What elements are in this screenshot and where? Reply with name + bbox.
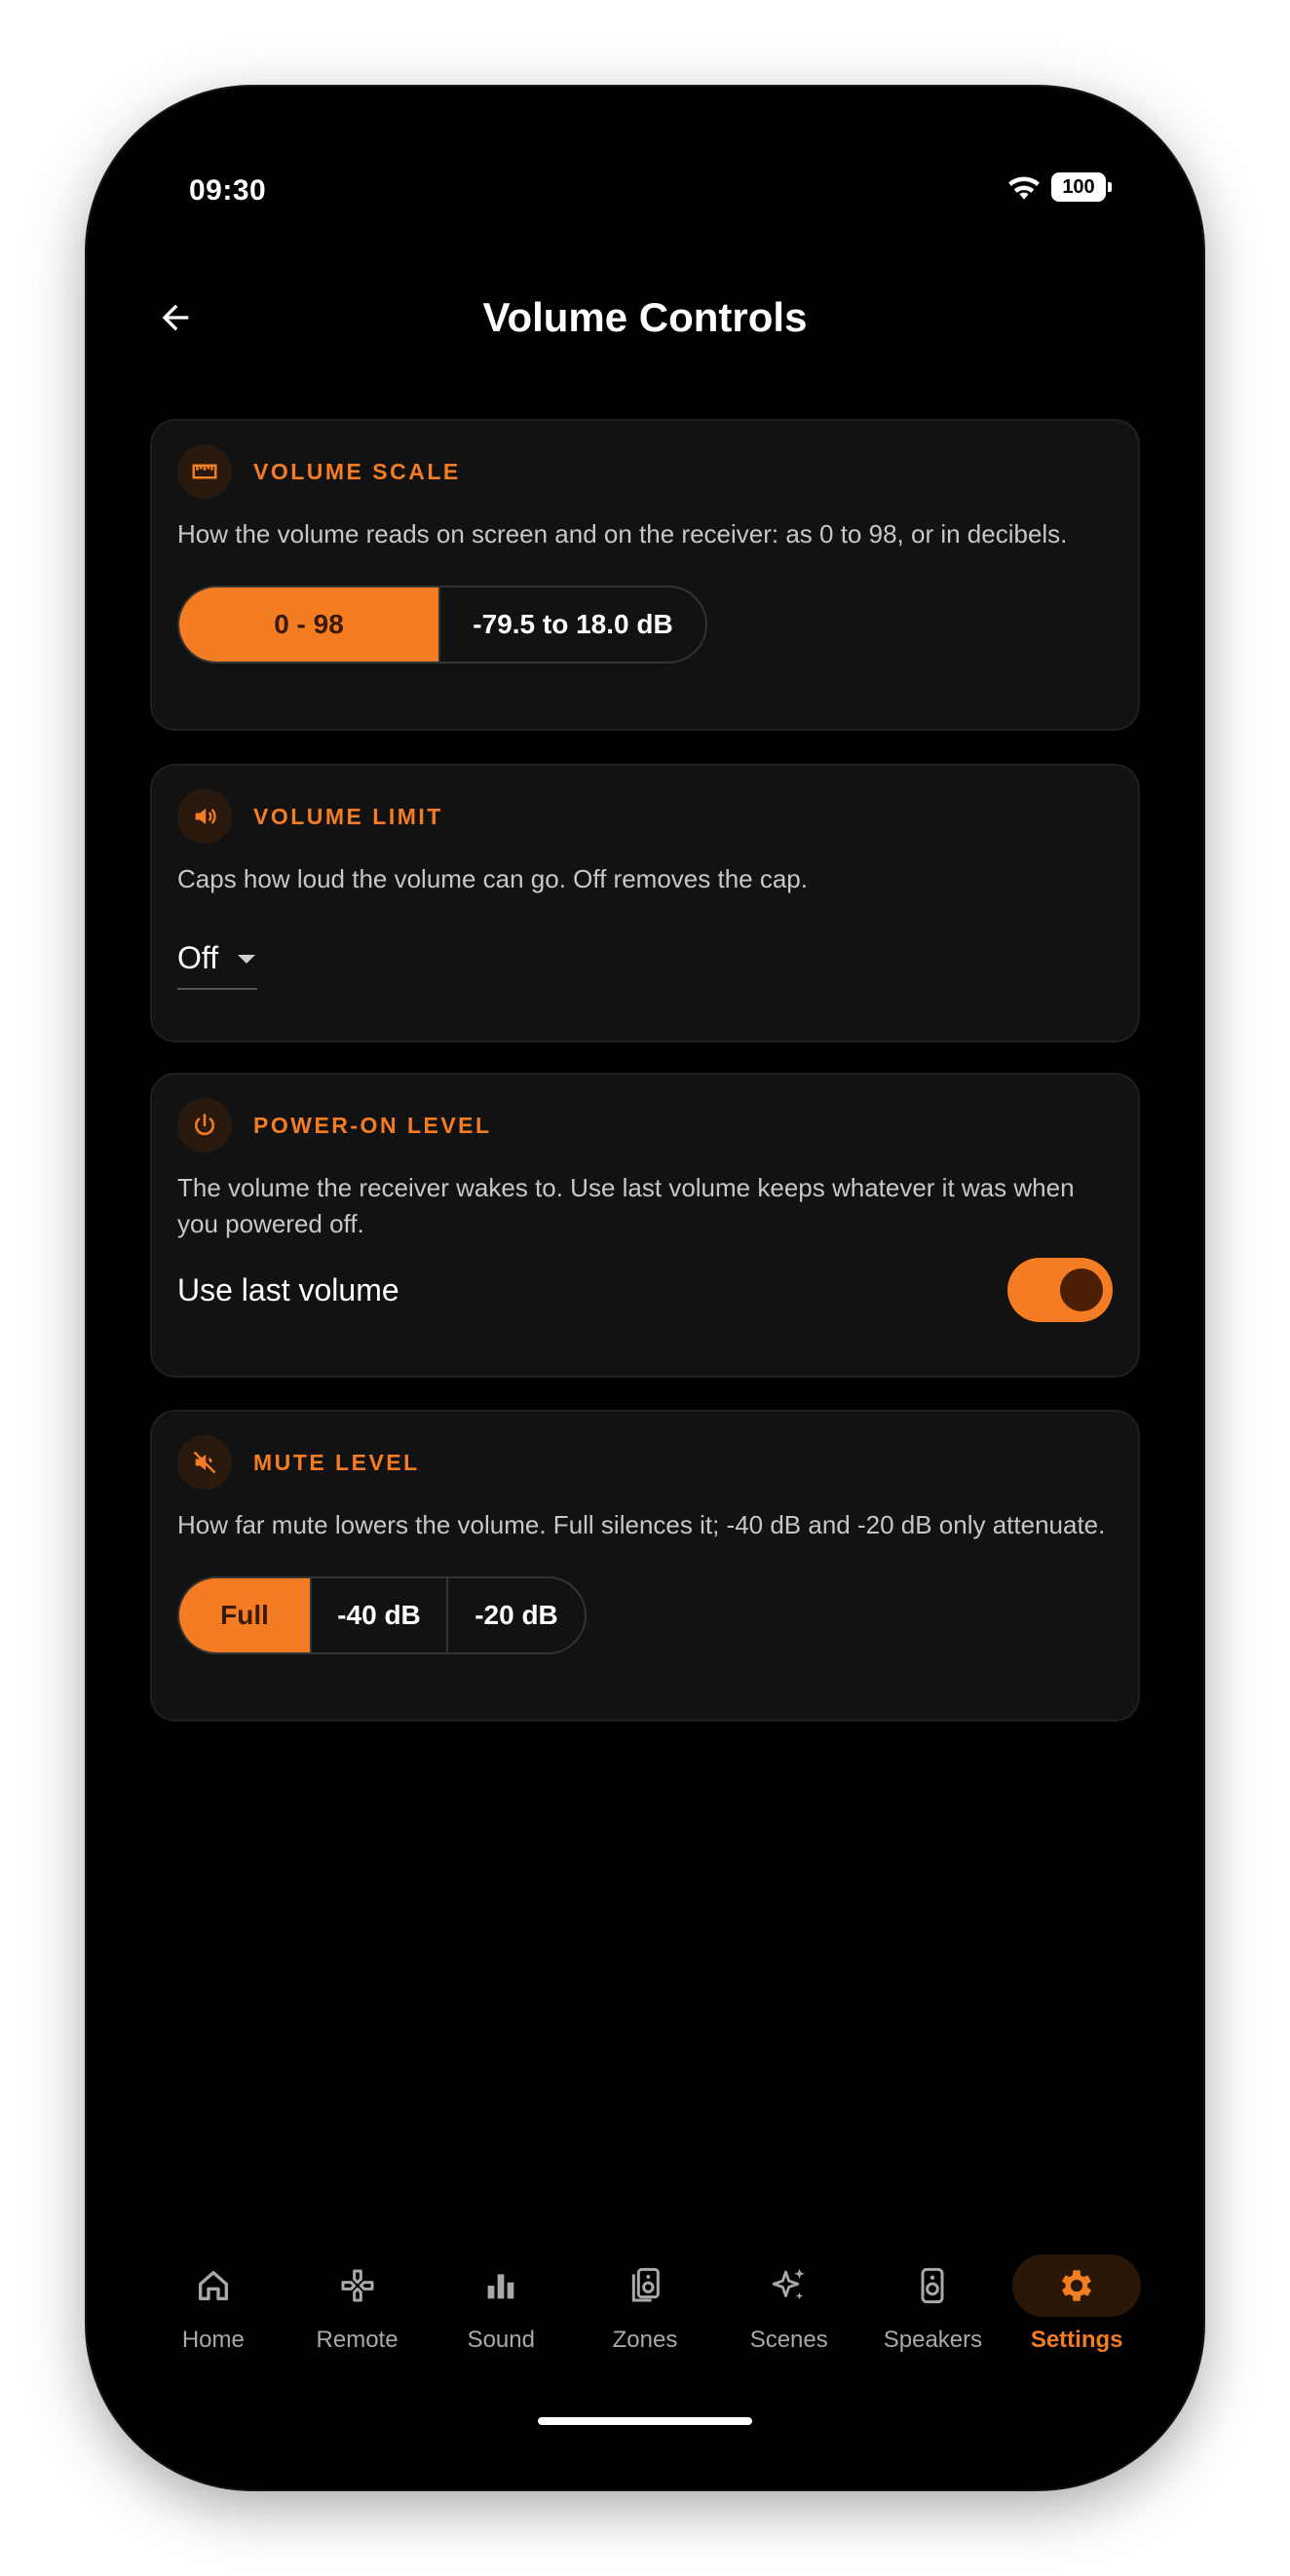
speaker-icon bbox=[921, 2267, 944, 2304]
use-last-volume-toggle[interactable] bbox=[1007, 1258, 1113, 1322]
nav-item-speakers[interactable]: Speakers bbox=[861, 2254, 1005, 2371]
gamepad-icon bbox=[341, 2269, 374, 2302]
volume-off-icon bbox=[177, 1435, 232, 1490]
volume-limit-card: VOLUME LIMIT Caps how loud the volume ca… bbox=[150, 764, 1140, 1042]
mute-level-title: MUTE LEVEL bbox=[253, 1449, 420, 1475]
volume-icon bbox=[177, 789, 232, 844]
page-title: Volume Controls bbox=[482, 294, 808, 340]
mute-option-minus-40db[interactable]: -40 dB bbox=[312, 1578, 448, 1652]
gear-icon bbox=[1062, 2270, 1092, 2301]
nav-label-remote: Remote bbox=[316, 2327, 398, 2353]
nav-label-zones: Zones bbox=[612, 2327, 678, 2353]
power-on-level-card: POWER-ON LEVEL The volume the receiver w… bbox=[150, 1073, 1140, 1378]
nav-item-sound[interactable]: Sound bbox=[429, 2254, 573, 2371]
power-on-level-description: The volume the receiver wakes to. Use la… bbox=[177, 1173, 1075, 1238]
nav-label-scenes: Scenes bbox=[749, 2327, 828, 2353]
home-icon bbox=[198, 2271, 228, 2300]
nav-label-home: Home bbox=[181, 2327, 245, 2353]
mute-level-segmented: Full -40 dB -20 dB bbox=[177, 1576, 587, 1654]
nav-item-scenes[interactable]: Scenes bbox=[717, 2254, 861, 2371]
nav-item-settings[interactable]: Settings bbox=[1005, 2254, 1149, 2371]
home-indicator[interactable] bbox=[538, 2417, 752, 2425]
bottom-navigation: Home Remote Sound Zones Scenes Speakers … bbox=[87, 2254, 1203, 2371]
nav-label-speakers: Speakers bbox=[883, 2327, 983, 2353]
use-last-volume-label: Use last volume bbox=[177, 1271, 399, 1307]
scale-option-db[interactable]: -79.5 to 18.0 dB bbox=[440, 587, 705, 662]
volume-scale-segmented: 0 - 98 -79.5 to 18.0 dB bbox=[177, 586, 707, 663]
volume-limit-description: Caps how loud the volume can go. Off rem… bbox=[177, 864, 808, 893]
speakers-icon bbox=[631, 2267, 660, 2302]
ruler-icon bbox=[177, 444, 232, 499]
nav-item-home[interactable]: Home bbox=[141, 2254, 285, 2371]
scale-option-0-98[interactable]: 0 - 98 bbox=[179, 587, 440, 662]
power-icon bbox=[177, 1098, 232, 1153]
volume-scale-description: How the volume reads on screen and on th… bbox=[177, 519, 1068, 549]
nav-item-remote[interactable]: Remote bbox=[285, 2254, 430, 2371]
volume-limit-title: VOLUME LIMIT bbox=[253, 803, 443, 829]
caret-down-icon bbox=[238, 954, 256, 964]
nav-label-settings: Settings bbox=[1030, 2327, 1123, 2353]
mute-level-description: How far mute lowers the volume. Full sil… bbox=[177, 1510, 1106, 1539]
mute-level-card: MUTE LEVEL How far mute lowers the volum… bbox=[150, 1410, 1140, 1722]
mute-option-minus-20db[interactable]: -20 dB bbox=[448, 1578, 585, 1652]
mute-option-full[interactable]: Full bbox=[179, 1578, 312, 1652]
wifi-icon bbox=[1008, 176, 1040, 200]
battery-icon: 100 bbox=[1051, 172, 1112, 202]
volume-scale-title: VOLUME SCALE bbox=[253, 458, 461, 484]
volume-limit-dropdown[interactable]: Off bbox=[177, 940, 258, 990]
nav-item-zones[interactable]: Zones bbox=[573, 2254, 717, 2371]
status-icons: 100 bbox=[1006, 172, 1112, 202]
sparkle-icon bbox=[772, 2268, 805, 2299]
volume-scale-card: VOLUME SCALE How the volume reads on scr… bbox=[150, 419, 1140, 731]
toggle-knob bbox=[1060, 1269, 1103, 1311]
volume-limit-value: Off bbox=[177, 940, 219, 975]
nav-label-sound: Sound bbox=[467, 2327, 535, 2353]
phone-frame: 09:30 100 Volume Controls VOLUME SCALE H… bbox=[87, 87, 1203, 2489]
bars-icon bbox=[487, 2274, 514, 2299]
power-on-level-title: POWER-ON LEVEL bbox=[253, 1112, 492, 1138]
status-time: 09:30 bbox=[189, 174, 267, 207]
